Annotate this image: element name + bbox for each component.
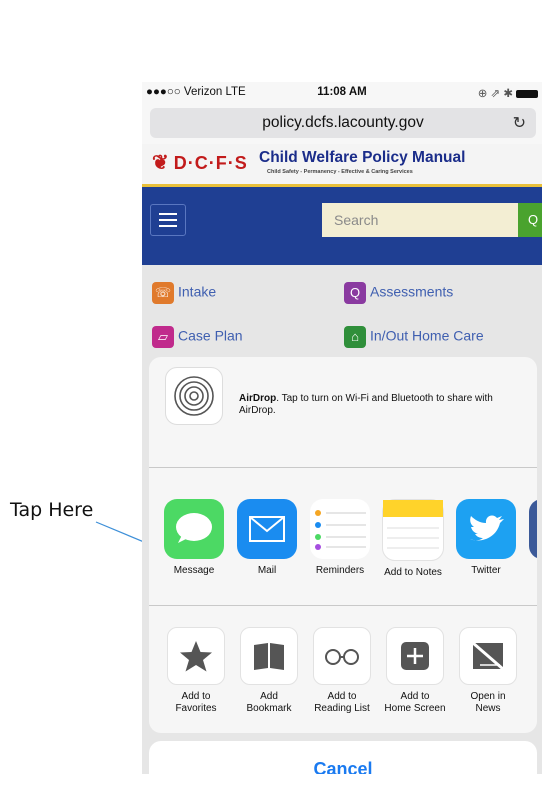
- menu-icon[interactable]: [150, 204, 186, 236]
- reminders-icon: [310, 499, 370, 559]
- phone-icon: ☏: [152, 282, 174, 304]
- tile-label: Add to Notes: [384, 567, 442, 578]
- dcfs-logo: ❦ D·C·F·S: [152, 150, 248, 175]
- plus-icon: [386, 627, 444, 685]
- search-small-icon: Q: [344, 282, 366, 304]
- link-case-plan[interactable]: ▱ Case Plan: [152, 326, 243, 348]
- site-navbar: Search Q: [142, 187, 542, 265]
- address-field[interactable]: policy.dcfs.lacounty.gov ↻: [150, 108, 536, 138]
- tile-label: Message: [173, 565, 215, 576]
- notes-icon: [382, 499, 444, 561]
- phone-screen: ●●●○○ Verizon LTE 11:08 AM ⊕ ⇗ ✱ policy.…: [142, 82, 542, 774]
- search-icon[interactable]: Q: [518, 203, 542, 237]
- tile-label: Reminders: [315, 565, 365, 576]
- reload-icon[interactable]: ↻: [513, 113, 526, 133]
- airdrop-title: AirDrop: [239, 393, 277, 404]
- actions-row: Add to Favorites Add Bookmark Add to Rea…: [149, 605, 537, 733]
- tile-label: Mail: [257, 565, 277, 576]
- link-label: In/Out Home Care: [370, 327, 484, 344]
- status-icons-text: ⊕ ⇗ ✱: [477, 88, 513, 100]
- facebook-icon: [529, 499, 537, 559]
- action-add-bookmark[interactable]: Add Bookmark: [232, 627, 306, 715]
- mail-icon: [237, 499, 297, 559]
- site-title: Child Welfare Policy Manual: [259, 149, 466, 166]
- battery-icon: [516, 89, 538, 98]
- message-icon: [164, 499, 224, 559]
- share-twitter[interactable]: Twitter: [449, 499, 523, 577]
- link-label: Intake: [178, 283, 217, 300]
- logo-text: D·C·F·S: [173, 153, 248, 173]
- star-icon: [167, 627, 225, 685]
- apps-row: Message Mail Reminders Add to Notes Twit…: [149, 467, 537, 606]
- tile-label: Add to Home Screen: [384, 691, 446, 714]
- search-placeholder: Search: [334, 212, 379, 228]
- tile-label: Add to Favorites: [175, 691, 217, 714]
- tile-label: Add Bookmark: [246, 691, 292, 714]
- home-icon: ⌂: [344, 326, 366, 348]
- glasses-icon: [313, 627, 371, 685]
- status-bar: ●●●○○ Verizon LTE 11:08 AM ⊕ ⇗ ✱: [142, 82, 542, 104]
- site-tagline: Child Safety - Permanency - Effective & …: [267, 169, 413, 175]
- link-label: Assessments: [370, 283, 454, 300]
- tile-label: F: [522, 565, 537, 577]
- airdrop-text: AirDrop. Tap to turn on Wi-Fi and Blueto…: [239, 393, 524, 417]
- search-input[interactable]: Search: [322, 203, 518, 237]
- link-label: Case Plan: [178, 327, 243, 344]
- annotation-label: Tap Here: [10, 499, 94, 521]
- action-add-home-screen[interactable]: Add to Home Screen: [378, 627, 452, 715]
- news-icon: [459, 627, 517, 685]
- share-facebook[interactable]: F: [522, 499, 537, 577]
- action-open-news[interactable]: Open in News: [451, 627, 525, 715]
- cancel-label: Cancel: [313, 759, 373, 774]
- share-sheet: AirDrop. Tap to turn on Wi-Fi and Blueto…: [149, 357, 537, 733]
- link-home-care[interactable]: ⌂ In/Out Home Care: [344, 326, 484, 348]
- action-reading-list[interactable]: Add to Reading List: [305, 627, 379, 715]
- share-mail[interactable]: Mail: [230, 499, 304, 577]
- heart-logo-icon: ❦: [152, 152, 170, 174]
- link-assessments[interactable]: Q Assessments: [344, 282, 453, 304]
- site-header: ❦ D·C·F·S Child Welfare Policy Manual Chi…: [142, 144, 542, 187]
- airdrop-icon: [165, 367, 223, 425]
- share-message[interactable]: Message: [157, 499, 231, 577]
- tile-label: Add to Reading List: [314, 691, 370, 714]
- cancel-button[interactable]: Cancel: [149, 741, 537, 774]
- status-icons: ⊕ ⇗ ✱: [478, 86, 538, 100]
- airdrop-row[interactable]: AirDrop. Tap to turn on Wi-Fi and Blueto…: [149, 357, 537, 468]
- link-intake[interactable]: ☏ Intake: [152, 282, 216, 304]
- share-reminders[interactable]: Reminders: [303, 499, 377, 577]
- twitter-icon: [456, 499, 516, 559]
- tile-label: Twitter: [471, 565, 501, 576]
- book-icon: [240, 627, 298, 685]
- map-icon: ▱: [152, 326, 174, 348]
- url-text: policy.dcfs.lacounty.gov: [262, 114, 424, 131]
- airdrop-description: . Tap to turn on Wi-Fi and Bluetooth to …: [239, 393, 493, 416]
- share-notes[interactable]: Add to Notes: [376, 499, 450, 579]
- action-add-favorites[interactable]: Add to Favorites: [159, 627, 233, 715]
- url-bar: policy.dcfs.lacounty.gov ↻: [142, 104, 542, 145]
- tile-label: Open in News: [470, 691, 506, 714]
